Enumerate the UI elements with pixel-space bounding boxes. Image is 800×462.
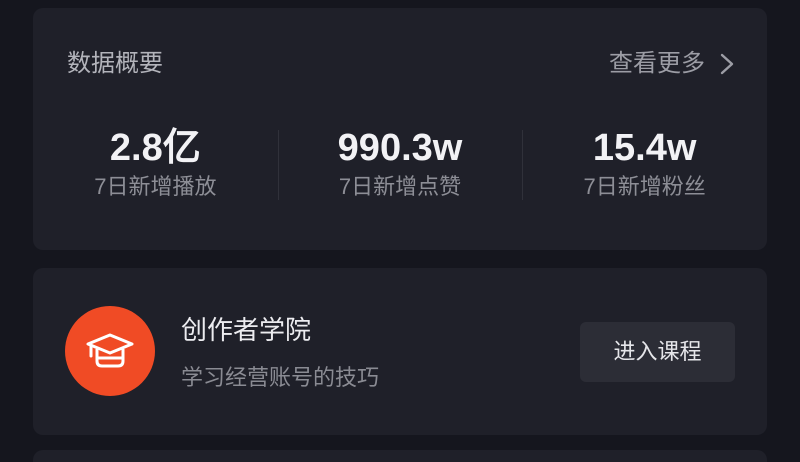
academy-icon-badge <box>65 306 155 396</box>
view-more-label: 查看更多 <box>609 50 705 77</box>
overview-stats-row: 2.8亿 7日新增播放 990.3w 7日新增点赞 15.4w 7日新增粉丝 <box>33 126 767 208</box>
stat-label: 7日新增点赞 <box>338 174 462 199</box>
academy-subtitle: 学习经营账号的技巧 <box>181 365 380 390</box>
graduation-cap-icon <box>86 333 134 368</box>
creator-academy-card[interactable]: 创作者学院 学习经营账号的技巧 进入课程 <box>33 268 767 435</box>
academy-title: 创作者学院 <box>181 315 312 345</box>
stat-label: 7日新增粉丝 <box>583 174 706 199</box>
stat-plays[interactable]: 2.8亿 7日新增播放 <box>33 126 278 208</box>
view-more-link[interactable]: 查看更多 <box>609 48 737 80</box>
stat-followers[interactable]: 15.4w 7日新增粉丝 <box>522 126 767 208</box>
stat-label: 7日新增播放 <box>94 174 217 199</box>
enter-course-button[interactable]: 进入课程 <box>580 322 735 382</box>
data-overview-card: 数据概要 查看更多 2.8亿 7日新增播放 990.3w 7日新增点赞 15.4… <box>33 8 767 250</box>
stat-value: 990.3w <box>337 127 463 169</box>
chevron-right-icon <box>720 53 734 75</box>
stat-likes[interactable]: 990.3w 7日新增点赞 <box>277 126 523 208</box>
stat-value: 15.4w <box>592 127 697 169</box>
overview-title: 数据概要 <box>67 50 163 77</box>
next-card <box>33 450 767 462</box>
stat-value: 2.8亿 <box>109 127 201 169</box>
